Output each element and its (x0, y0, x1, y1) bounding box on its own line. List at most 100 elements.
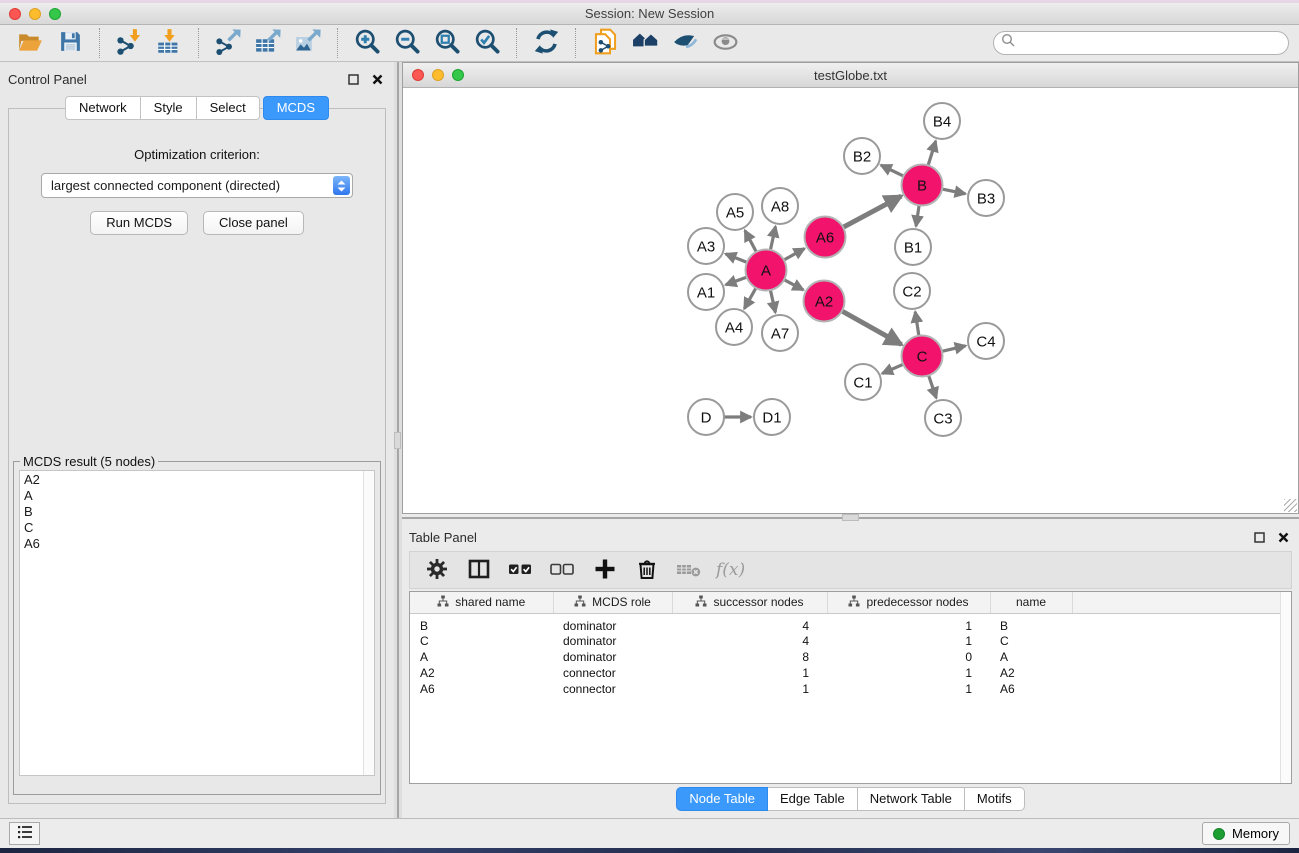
table-cell[interactable]: 1 (827, 633, 990, 649)
search-input[interactable] (1016, 36, 1281, 51)
close-panel-icon[interactable] (371, 73, 384, 86)
table-cell[interactable]: C (410, 633, 553, 649)
create-column-button[interactable] (588, 555, 621, 585)
column-header-predecessor-nodes[interactable]: predecessor nodes (827, 592, 990, 613)
deselect-all-rows-button[interactable] (546, 555, 579, 585)
network-graph[interactable]: B4B2BB3A8A5A6B1A3AC2A1A2A4A7C4CC1C3DD1 (403, 88, 1298, 513)
table-cell[interactable]: A (410, 649, 553, 665)
close-panel-icon[interactable] (1277, 531, 1290, 544)
table-cell[interactable]: dominator (553, 633, 672, 649)
table-cell[interactable]: A2 (410, 665, 553, 681)
close-panel-button[interactable]: Close panel (203, 211, 304, 235)
float-panel-icon[interactable] (347, 73, 360, 86)
horizontal-split-divider[interactable] (402, 514, 1299, 522)
table-row[interactable]: Cdominator41C (410, 633, 1291, 649)
export-table-button[interactable] (248, 28, 288, 59)
mcds-result-item[interactable]: A6 (24, 536, 374, 552)
table-row[interactable]: A6connector11A6 (410, 681, 1291, 697)
column-header-MCDS-role[interactable]: MCDS role (553, 592, 672, 613)
new-network-from-selection-button[interactable] (585, 28, 625, 59)
table-row[interactable]: Adominator80A (410, 649, 1291, 665)
list-scrollbar[interactable] (363, 471, 374, 775)
graph-edge-A-A5[interactable] (745, 231, 756, 252)
split-panel-button[interactable] (462, 555, 495, 585)
table-cell[interactable]: 0 (827, 649, 990, 665)
graph-edge-C-C1[interactable] (882, 364, 903, 373)
vertical-split-divider[interactable] (394, 62, 402, 818)
table-cell[interactable]: 8 (672, 649, 827, 665)
network-close-button[interactable] (412, 69, 424, 81)
mcds-result-item[interactable]: A2 (24, 472, 374, 488)
table-scrollbar[interactable] (1280, 592, 1291, 783)
network-canvas[interactable]: B4B2BB3A8A5A6B1A3AC2A1A2A4A7C4CC1C3DD1 (403, 88, 1298, 513)
resize-grip-icon[interactable] (1284, 499, 1297, 512)
graph-edge-B-B3[interactable] (942, 189, 965, 194)
graph-edge-C-C4[interactable] (942, 346, 966, 352)
graph-edge-C-C2[interactable] (915, 312, 919, 336)
close-window-button[interactable] (9, 8, 21, 20)
graph-edge-A-A2[interactable] (784, 280, 803, 290)
column-header-successor-nodes[interactable]: successor nodes (672, 592, 827, 613)
run-mcds-button[interactable]: Run MCDS (90, 211, 188, 235)
graph-edge-B-B1[interactable] (916, 205, 919, 226)
graph-edge-B-B4[interactable] (928, 141, 936, 165)
table-cell[interactable]: dominator (553, 649, 672, 665)
table-cell[interactable]: 1 (672, 665, 827, 681)
graph-edge-A-A4[interactable] (744, 288, 756, 309)
criterion-select[interactable]: largest connected component (directed) (41, 173, 353, 198)
table-row[interactable]: A2connector11A2 (410, 665, 1291, 681)
first-neighbors-button[interactable] (625, 28, 665, 59)
memory-button[interactable]: Memory (1202, 822, 1290, 845)
zoom-window-button[interactable] (49, 8, 61, 20)
table-cell[interactable]: 1 (672, 681, 827, 697)
tab-motifs[interactable]: Motifs (965, 787, 1025, 811)
table-cell[interactable]: connector (553, 681, 672, 697)
open-session-button[interactable] (10, 28, 50, 59)
import-network-button[interactable] (109, 28, 149, 59)
float-panel-icon[interactable] (1253, 531, 1266, 544)
table-cell[interactable]: B (410, 613, 553, 633)
apply-preferred-layout-button[interactable] (526, 28, 566, 59)
network-zoom-button[interactable] (452, 69, 464, 81)
table-row[interactable]: Bdominator41B (410, 613, 1291, 633)
mcds-result-item[interactable]: A (24, 488, 374, 504)
save-session-button[interactable] (50, 28, 90, 59)
tab-node-table[interactable]: Node Table (676, 787, 768, 811)
graph-edge-A-A3[interactable] (726, 254, 748, 263)
tab-network-table[interactable]: Network Table (858, 787, 965, 811)
column-header-name[interactable]: name (990, 592, 1072, 613)
hide-selected-button[interactable] (665, 28, 705, 59)
tab-edge-table[interactable]: Edge Table (768, 787, 858, 811)
table-cell[interactable]: A6 (990, 681, 1072, 697)
table-cell[interactable]: connector (553, 665, 672, 681)
graph-edge-A-A7[interactable] (770, 290, 775, 313)
table-cell[interactable]: 1 (827, 613, 990, 633)
tab-select[interactable]: Select (197, 96, 260, 120)
table-settings-button[interactable] (420, 555, 453, 585)
table-cell[interactable]: C (990, 633, 1072, 649)
tab-style[interactable]: Style (141, 96, 197, 120)
task-history-button[interactable] (9, 822, 40, 845)
table-cell[interactable]: 1 (827, 681, 990, 697)
table-cell[interactable]: 1 (827, 665, 990, 681)
column-header-shared-name[interactable]: shared name (410, 592, 553, 613)
export-network-button[interactable] (208, 28, 248, 59)
minimize-window-button[interactable] (29, 8, 41, 20)
mcds-result-item[interactable]: B (24, 504, 374, 520)
table-cell[interactable]: 4 (672, 613, 827, 633)
divider-drag-handle[interactable] (394, 432, 401, 449)
import-table-button[interactable] (149, 28, 189, 59)
show-all-button[interactable] (705, 28, 745, 59)
graph-edge-B-B2[interactable] (881, 165, 904, 176)
network-minimize-button[interactable] (432, 69, 444, 81)
select-all-rows-button[interactable] (504, 555, 537, 585)
delete-columns-button[interactable] (630, 555, 663, 585)
zoom-fit-button[interactable] (427, 28, 467, 59)
graph-edge-A-A6[interactable] (784, 249, 805, 261)
graph-edge-A-A8[interactable] (770, 227, 775, 251)
table-cell[interactable]: A6 (410, 681, 553, 697)
graph-edge-A-A1[interactable] (726, 277, 747, 285)
export-image-button[interactable] (288, 28, 328, 59)
table-cell[interactable]: A2 (990, 665, 1072, 681)
table-cell[interactable]: 4 (672, 633, 827, 649)
